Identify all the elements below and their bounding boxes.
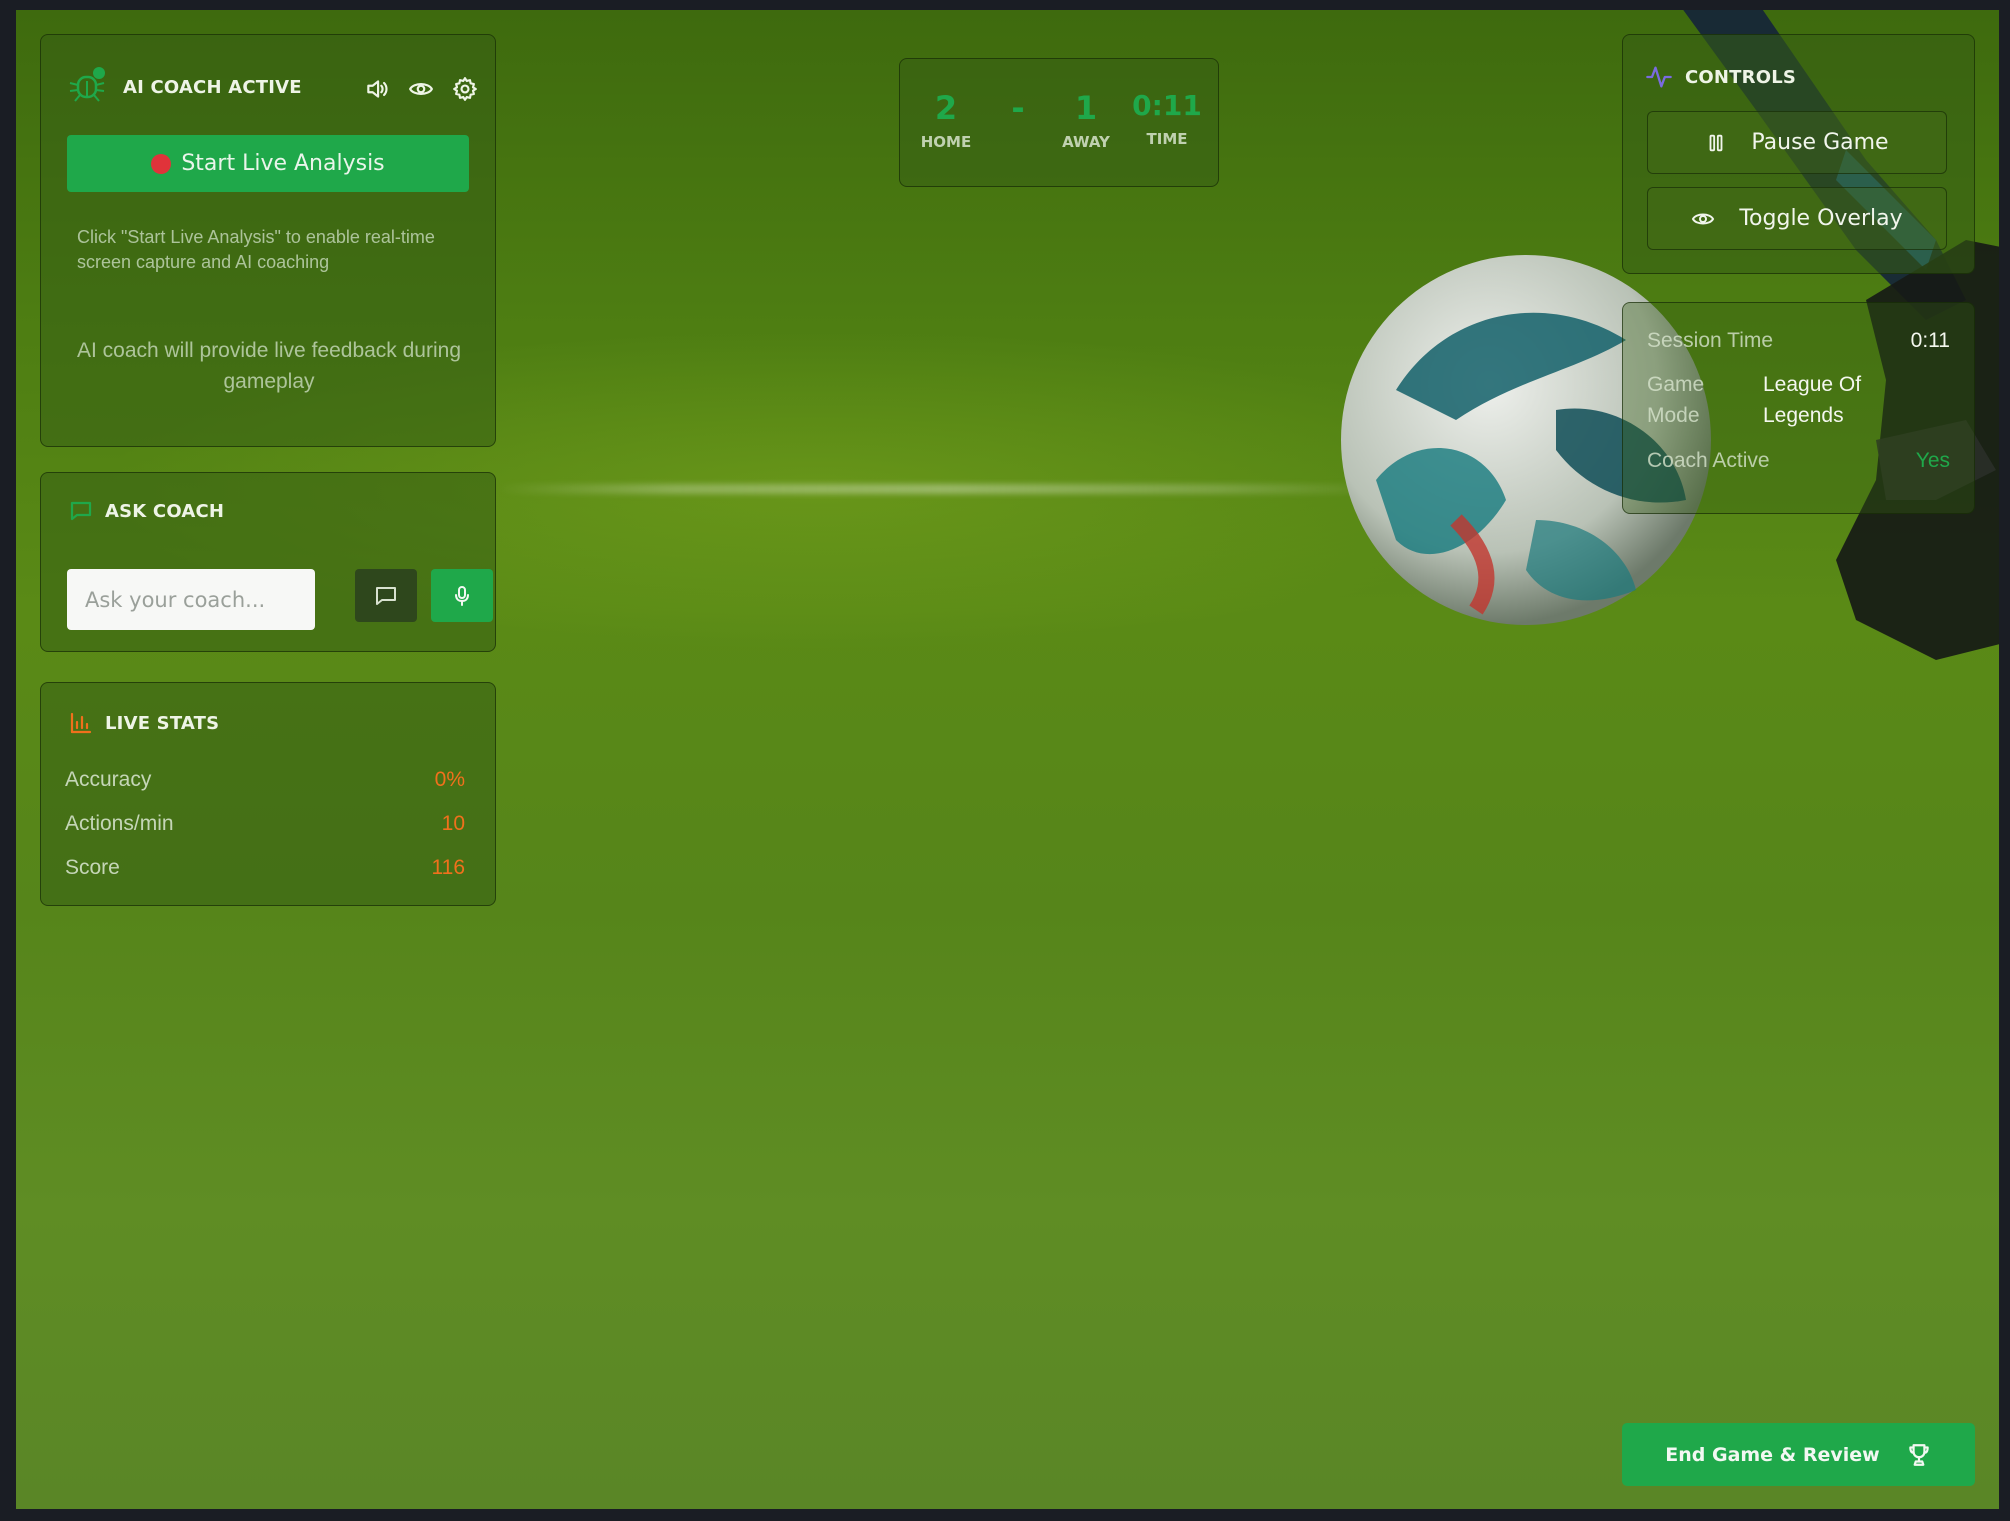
activity-icon: [1643, 61, 1675, 93]
record-dot-icon: [151, 153, 172, 174]
stat-label: Actions/min: [65, 812, 174, 835]
toggle-overlay-label: Toggle Overlay: [1739, 206, 1903, 231]
stat-row-accuracy: Accuracy 0%: [65, 765, 465, 795]
match-time: 0:11: [1132, 89, 1202, 122]
session-info-panel: Session Time 0:11 Game Mode League Of Le…: [1622, 302, 1975, 514]
gear-icon[interactable]: [449, 73, 481, 105]
time-label: TIME: [1146, 130, 1188, 148]
message-icon: [65, 495, 97, 527]
stat-value: 10: [441, 812, 465, 835]
coach-active-label: Coach Active: [1647, 449, 1770, 472]
ask-coach-input[interactable]: [67, 569, 315, 630]
start-live-analysis-button[interactable]: Start Live Analysis: [67, 135, 469, 192]
live-stats-title: LIVE STATS: [105, 713, 220, 734]
volume-icon[interactable]: [361, 73, 393, 105]
away-score-column: 1 AWAY: [1056, 89, 1116, 151]
time-column: 0:11 TIME: [1132, 89, 1202, 148]
trophy-icon: [1908, 1443, 1929, 1466]
end-game-review-button[interactable]: End Game & Review: [1622, 1423, 1975, 1486]
game-mode-label-line1: Game: [1647, 373, 1705, 396]
home-score: 2: [934, 89, 958, 127]
session-time-label: Session Time: [1647, 329, 1774, 352]
separator-dash: -: [1011, 89, 1025, 127]
stat-row-score: Score 116: [65, 853, 465, 883]
toggle-overlay-button[interactable]: Toggle Overlay: [1647, 187, 1947, 250]
controls-panel: CONTROLS Pause Game Toggle Overlay: [1622, 34, 1975, 274]
microphone-icon: [455, 585, 469, 606]
away-label: AWAY: [1062, 133, 1110, 151]
bug-icon: [67, 65, 107, 105]
away-score: 1: [1074, 89, 1098, 127]
start-live-analysis-label: Start Live Analysis: [181, 151, 385, 176]
live-stats-panel: LIVE STATS Accuracy 0% Actions/min 10 Sc…: [40, 682, 496, 906]
bar-chart-icon: [65, 707, 97, 739]
pause-icon: [1709, 134, 1723, 151]
game-mode-value-line1: League Of: [1763, 373, 1862, 396]
game-mode-label-line2: Mode: [1647, 404, 1700, 427]
stat-row-actions-per-min: Actions/min 10: [65, 809, 465, 839]
controls-title: CONTROLS: [1685, 67, 1797, 88]
game-viewport: AI COACH ACTIVE Start Live Analysis Clic…: [16, 10, 1999, 1509]
stat-label: Score: [65, 856, 120, 879]
coach-active-value: Yes: [1915, 449, 1950, 472]
stat-label: Accuracy: [65, 768, 152, 791]
chat-send-icon: [376, 586, 396, 605]
home-label: HOME: [920, 133, 972, 151]
eye-icon[interactable]: [405, 73, 437, 105]
end-game-review-label: End Game & Review: [1665, 1443, 1880, 1466]
pause-game-label: Pause Game: [1751, 130, 1889, 155]
voice-input-button[interactable]: [431, 569, 493, 622]
chat-send-button[interactable]: [355, 569, 417, 622]
pitch-line: [496, 484, 1396, 494]
analysis-hint-text: Click "Start Live Analysis" to enable re…: [77, 227, 435, 272]
ai-coach-panel: AI COACH ACTIVE Start Live Analysis Clic…: [40, 34, 496, 447]
ask-coach-panel: ASK COACH: [40, 472, 496, 652]
eye-icon: [1692, 213, 1715, 224]
scoreboard: 2 HOME - 1 AWAY 0:11 TIME: [899, 58, 1219, 187]
coach-panel-title: AI COACH ACTIVE: [123, 77, 302, 98]
game-mode-value-line2: Legends: [1763, 404, 1844, 427]
pause-game-button[interactable]: Pause Game: [1647, 111, 1947, 174]
ask-coach-title: ASK COACH: [105, 501, 225, 522]
stat-value: 0%: [434, 768, 465, 791]
score-separator: -: [998, 89, 1038, 127]
session-time-value: 0:11: [1910, 329, 1950, 352]
home-score-column: 2 HOME: [916, 89, 976, 151]
stat-value: 116: [431, 856, 465, 879]
feedback-placeholder-text: AI coach will provide live feedback duri…: [76, 339, 462, 393]
